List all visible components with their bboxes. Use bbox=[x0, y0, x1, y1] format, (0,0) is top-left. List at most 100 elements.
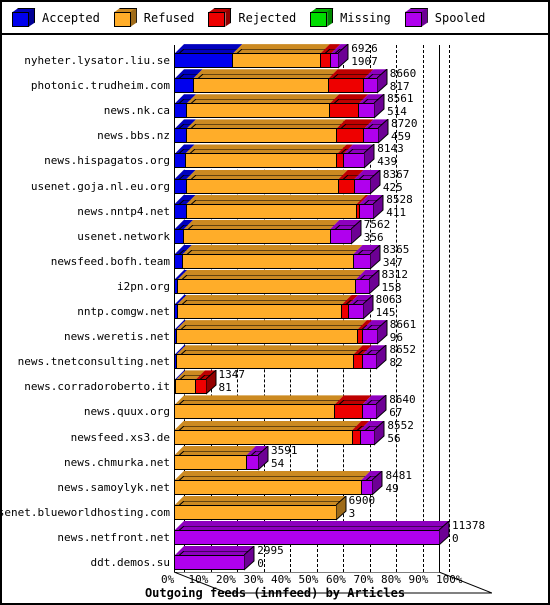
bar-segment-rejected[interactable] bbox=[329, 103, 360, 119]
bar-segment-refused[interactable] bbox=[175, 379, 196, 395]
bar-segment-refused[interactable] bbox=[185, 203, 358, 219]
y-axis-label: news.quux.org bbox=[83, 405, 170, 419]
bar-total-value: 8063 bbox=[375, 293, 403, 307]
bar-total-value: 8552 bbox=[387, 418, 414, 432]
bar-value-label: 8640 67 bbox=[389, 394, 416, 418]
y-axis-label: newsfeed.xs3.de bbox=[70, 430, 170, 444]
legend-label: Accepted bbox=[42, 10, 100, 25]
bar-secondary-value: 96 bbox=[389, 331, 403, 345]
bar-segment-side-spooled bbox=[368, 268, 380, 296]
bar-segment-refused[interactable] bbox=[181, 253, 354, 269]
bar-segment-spooled[interactable] bbox=[362, 329, 378, 345]
bar-segment-refused[interactable] bbox=[174, 479, 362, 495]
bar-value-label: 8528 411 bbox=[386, 194, 413, 218]
y-axis-label: news.hispagatos.org bbox=[44, 154, 170, 168]
bar-segment-spooled[interactable] bbox=[361, 404, 378, 420]
bar-total-value: 8640 bbox=[389, 393, 416, 407]
bar-segment-side-spooled bbox=[363, 143, 375, 170]
bar-segment-refused[interactable] bbox=[174, 404, 335, 420]
y-axis-label: news.nk.ca bbox=[103, 104, 170, 118]
bar-segment-spooled[interactable] bbox=[329, 228, 352, 244]
bar-segment-spooled[interactable] bbox=[174, 529, 440, 545]
legend-item-missing: Missing bbox=[310, 7, 391, 28]
bar-segment-refused[interactable] bbox=[185, 128, 337, 144]
bar-value-label: 8720 459 bbox=[391, 118, 418, 142]
bar-segment-refused[interactable] bbox=[174, 429, 353, 445]
bar-total-value: 6900 bbox=[348, 493, 376, 507]
bar-segment-refused[interactable] bbox=[184, 153, 338, 169]
bar-segment-side-spooled bbox=[257, 444, 269, 471]
bar-segment-side-spooled bbox=[376, 319, 388, 346]
bar-segment-refused[interactable] bbox=[185, 103, 331, 119]
bar-segment-refused[interactable] bbox=[183, 228, 331, 244]
bar-segment-rejected[interactable] bbox=[333, 404, 363, 420]
bar-segment-refused[interactable] bbox=[174, 504, 337, 520]
bar-segment-side-spooled bbox=[377, 118, 389, 145]
bar-value-label: 8312 158 bbox=[382, 269, 409, 293]
legend-label: Spooled bbox=[434, 10, 486, 25]
bar-segment-spooled[interactable] bbox=[363, 128, 380, 144]
bar-value-label: 11378 0 bbox=[452, 520, 485, 544]
cube-icon bbox=[113, 7, 138, 28]
bar-segment-spooled[interactable] bbox=[355, 278, 370, 294]
bar-segment-spooled[interactable] bbox=[358, 103, 376, 119]
bar-secondary-value: 56 bbox=[387, 431, 401, 445]
plot-right-wall bbox=[439, 45, 440, 572]
bar-segment-spooled[interactable] bbox=[343, 153, 366, 169]
bar-total-value: 8660 bbox=[389, 67, 417, 81]
bar-secondary-value: 81 bbox=[218, 381, 232, 395]
bar-total-value: 6926 bbox=[351, 42, 378, 56]
bar-value-label: 6900 3 bbox=[349, 495, 376, 519]
y-axis-label: news.samoylyk.net bbox=[57, 480, 170, 494]
bar-value-label: 8143 439 bbox=[377, 143, 404, 167]
legend-item-rejected: Rejected bbox=[208, 7, 296, 28]
chart-window: Accepted Refused Rejected Missing Spooled 69… bbox=[0, 0, 550, 605]
y-axis-label: news.nntp4.net bbox=[77, 204, 170, 218]
bar-secondary-value: 145 bbox=[375, 306, 396, 320]
bar-segment-rejected[interactable] bbox=[335, 128, 365, 144]
bar-segment-side-spooled bbox=[350, 218, 362, 245]
bar-segment-rejected[interactable] bbox=[327, 78, 365, 94]
gridline bbox=[449, 45, 450, 572]
bar-segment-side-spooled bbox=[375, 344, 387, 371]
cube-icon bbox=[310, 7, 335, 28]
bar-segment-accepted[interactable] bbox=[174, 78, 194, 94]
bar-value-label: 8481 49 bbox=[385, 470, 412, 494]
x-tick-label: 70% bbox=[353, 573, 374, 586]
bar-total-value: 8528 bbox=[386, 192, 413, 206]
bar-segment-refused[interactable] bbox=[176, 304, 343, 320]
bar-segment-refused[interactable] bbox=[175, 329, 358, 345]
y-axis-label: photonic.trudheim.com bbox=[30, 79, 170, 93]
bar-segment-spooled[interactable] bbox=[361, 354, 378, 370]
y-axis-label: news.corradoroberto.it bbox=[24, 380, 170, 394]
bar-segment-refused[interactable] bbox=[175, 354, 354, 370]
bar-segment-refused[interactable] bbox=[177, 278, 357, 294]
x-tick-label: 60% bbox=[326, 573, 346, 586]
bar-segment-spooled[interactable] bbox=[359, 429, 376, 445]
bar-segment-spooled[interactable] bbox=[363, 78, 378, 94]
bar-segment-refused[interactable] bbox=[232, 53, 321, 69]
bar-value-label: 8652 82 bbox=[389, 344, 416, 368]
bar-total-value: 8143 bbox=[377, 142, 404, 156]
bar-segment-refused[interactable] bbox=[192, 78, 329, 94]
bar-segment-side-spooled bbox=[373, 93, 385, 120]
bar-total-value: 7562 bbox=[363, 217, 391, 231]
bar-secondary-value: 3 bbox=[348, 506, 356, 520]
bar-value-label: 1347 81 bbox=[219, 369, 246, 393]
bar-segment-spooled[interactable] bbox=[348, 304, 364, 320]
bar-value-label: 8661 96 bbox=[390, 319, 417, 343]
bar-segment-side-spooled bbox=[373, 419, 385, 446]
bar-segment-spooled[interactable] bbox=[353, 178, 371, 194]
bar-secondary-value: 459 bbox=[391, 130, 411, 144]
bar-segment-side-spooled bbox=[376, 68, 388, 95]
bar-segment-side-spooled bbox=[375, 394, 387, 421]
bar-segment-spooled[interactable] bbox=[358, 203, 375, 219]
bar-segment-spooled[interactable] bbox=[352, 253, 371, 269]
bar-segment-refused[interactable] bbox=[174, 454, 248, 470]
bar-segment-accepted[interactable] bbox=[174, 53, 234, 69]
gridline bbox=[422, 45, 424, 572]
bar-segment-rejected[interactable] bbox=[338, 178, 355, 194]
bar-segment-spooled[interactable] bbox=[174, 555, 246, 570]
bar-total-value: 8561 bbox=[387, 92, 414, 106]
bar-segment-refused[interactable] bbox=[185, 178, 340, 194]
